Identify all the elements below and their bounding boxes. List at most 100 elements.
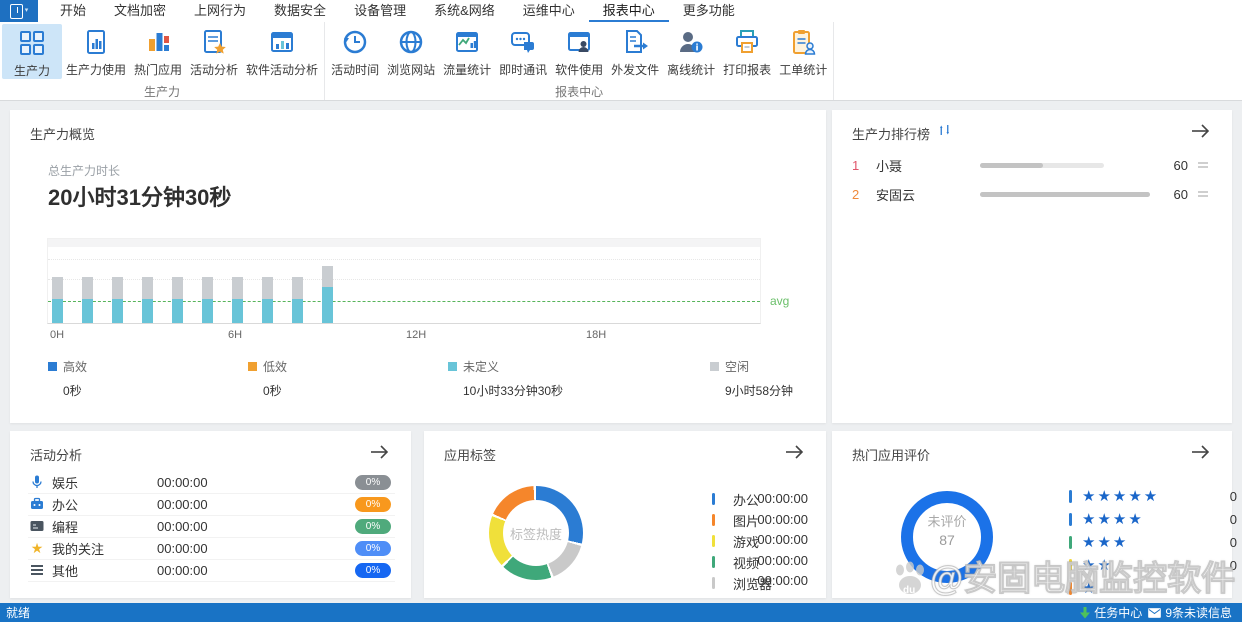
- x-tick: 12H: [406, 329, 426, 341]
- activity-analysis-icon: [199, 27, 229, 57]
- app-window: ▾ 开始 文档加密 上网行为 数据安全 设备管理 系统&网络 运维中心 报表中心…: [0, 0, 1242, 622]
- rank-name: 安固云: [876, 185, 980, 204]
- tab-doc-encryption[interactable]: 文档加密: [100, 0, 180, 22]
- ribbon-item-instant-messaging[interactable]: 即时通讯: [495, 24, 551, 78]
- open-panel-arrow-icon[interactable]: [1190, 122, 1212, 140]
- ribbon-item-label: 外发文件: [611, 61, 659, 78]
- tag-time: 00:00:00: [757, 532, 808, 553]
- percent-badge: 0%: [355, 475, 391, 490]
- activity-label: 编程: [52, 517, 78, 536]
- legend-tick: [712, 514, 715, 526]
- legend-value: 0秒: [263, 382, 287, 399]
- ribbon-item-work-order-stats[interactable]: 工单统计: [775, 24, 831, 78]
- status-ready-text: 就绪: [6, 604, 30, 621]
- sort-icon[interactable]: [940, 124, 950, 136]
- tab-device-management[interactable]: 设备管理: [340, 0, 420, 22]
- rating-row: ★★★★0: [1069, 510, 1219, 528]
- open-panel-arrow-icon[interactable]: [369, 443, 391, 461]
- panel-title: 热门应用评价: [852, 445, 930, 464]
- ribbon-item-productivity-usage[interactable]: 生产力使用: [62, 24, 130, 78]
- tab-system-network[interactable]: 系统&网络: [420, 0, 509, 22]
- activity-row[interactable]: 娱乐 00:00:00 0%: [28, 471, 395, 494]
- row-menu-icon[interactable]: [1198, 189, 1212, 199]
- ribbon-item-offline-stats[interactable]: i 离线统计: [663, 24, 719, 78]
- ribbon-item-activity-analysis[interactable]: 活动分析: [186, 24, 242, 78]
- dashboard-content: 生产力概览 总生产力时长 20小时31分钟30秒 avg 0H 6H 12H 1…: [0, 100, 1242, 603]
- legend-swatch: [710, 362, 719, 371]
- tab-ops-center[interactable]: 运维中心: [509, 0, 589, 22]
- panel-title: 活动分析: [30, 445, 82, 464]
- legend-inefficient: 低效 0秒: [248, 358, 287, 399]
- ranking-row[interactable]: 1 小聂 60: [852, 154, 1212, 176]
- percent-badge: 0%: [355, 541, 391, 556]
- tab-more-functions[interactable]: 更多功能: [669, 0, 749, 22]
- tab-data-security[interactable]: 数据安全: [260, 0, 340, 22]
- tag-time: 00:00:00: [757, 553, 808, 574]
- percent-badge: 0%: [355, 497, 391, 512]
- ribbon-item-label: 活动时间: [331, 61, 379, 78]
- legend-efficient: 高效 0秒: [48, 358, 87, 399]
- activity-row[interactable]: 编程 00:00:00 0%: [28, 515, 395, 538]
- app-menu-icon: [10, 4, 23, 19]
- tag-time: 00:00:00: [757, 512, 808, 533]
- open-panel-arrow-icon[interactable]: [1190, 443, 1212, 461]
- ribbon-toolbar: 生产力 生产力使用 热门应用: [0, 22, 1242, 101]
- tag-label: 办公: [733, 490, 759, 509]
- tag-time: 00:00:00: [757, 573, 808, 594]
- hour-bar: [232, 239, 243, 323]
- rating-count: 0: [1230, 489, 1237, 504]
- activity-time: 00:00:00: [157, 475, 208, 490]
- unrated-label: 未评价: [901, 511, 993, 530]
- ribbon-item-label: 离线统计: [667, 61, 715, 78]
- star-rating: ★★★★★: [1082, 487, 1159, 505]
- rank-value: 60: [1150, 187, 1198, 202]
- hour-bar: [292, 239, 303, 323]
- unrated-count: 87: [901, 532, 993, 548]
- tab-report-center[interactable]: 报表中心: [589, 0, 669, 22]
- tab-web-behavior[interactable]: 上网行为: [180, 0, 260, 22]
- app-menu-button[interactable]: ▾: [0, 0, 38, 22]
- activity-time-icon: [340, 27, 370, 57]
- panel-productivity-ranking: 生产力排行榜 1 小聂 60 2 安固云 60: [832, 110, 1232, 423]
- x-tick: 0H: [50, 329, 64, 341]
- activity-row[interactable]: 其他 00:00:00 0%: [28, 559, 395, 582]
- hour-bar: [52, 239, 63, 323]
- instant-messaging-icon: [508, 27, 538, 57]
- hour-bar: [202, 239, 213, 323]
- ribbon-item-activity-time[interactable]: 活动时间: [327, 24, 383, 78]
- panel-title: 应用标签: [444, 445, 496, 464]
- offline-stats-icon: i: [676, 27, 706, 57]
- ribbon-item-label: 活动分析: [190, 61, 238, 78]
- ribbon-item-hot-apps[interactable]: 热门应用: [130, 24, 186, 78]
- unread-messages-button[interactable]: 9条未读信息: [1148, 604, 1232, 621]
- briefcase-icon: [28, 497, 46, 511]
- ribbon-item-software-activity-analysis[interactable]: 软件活动分析: [242, 24, 322, 78]
- ribbon-item-traffic-stats[interactable]: 流量统计: [439, 24, 495, 78]
- activity-row[interactable]: ★ 我的关注 00:00:00 0%: [28, 537, 395, 560]
- panel-title: 生产力概览: [30, 124, 95, 143]
- hourly-productivity-chart: [47, 238, 761, 324]
- open-panel-arrow-icon[interactable]: [784, 443, 806, 461]
- tab-start[interactable]: 开始: [46, 0, 100, 22]
- rank-number: 1: [852, 158, 876, 173]
- legend-value: 10小时33分钟30秒: [463, 382, 563, 399]
- row-menu-icon[interactable]: [1198, 160, 1212, 170]
- legend-swatch: [48, 362, 57, 371]
- hour-bar: [112, 239, 123, 323]
- activity-label: 娱乐: [52, 473, 78, 492]
- svg-text:i: i: [696, 44, 699, 54]
- ribbon-item-productivity[interactable]: 生产力: [2, 24, 62, 79]
- ribbon-item-browse-website[interactable]: 浏览网站: [383, 24, 439, 78]
- ribbon-item-software-usage[interactable]: 软件使用: [551, 24, 607, 78]
- activity-row[interactable]: 办公 00:00:00 0%: [28, 493, 395, 516]
- ribbon-item-print-report[interactable]: 打印报表: [719, 24, 775, 78]
- print-report-icon: [732, 27, 762, 57]
- ranking-row[interactable]: 2 安固云 60: [852, 183, 1212, 205]
- rating-count: 0: [1230, 535, 1237, 550]
- legend-tick: [712, 493, 715, 505]
- ribbon-group-label: 报表中心: [325, 85, 833, 100]
- task-center-button[interactable]: 任务中心: [1080, 604, 1142, 621]
- tag-time: 00:00:00: [757, 491, 808, 512]
- tag-times-column: 00:00:00 00:00:00 00:00:00 00:00:00 00:0…: [757, 491, 808, 594]
- ribbon-item-outgoing-files[interactable]: 外发文件: [607, 24, 663, 78]
